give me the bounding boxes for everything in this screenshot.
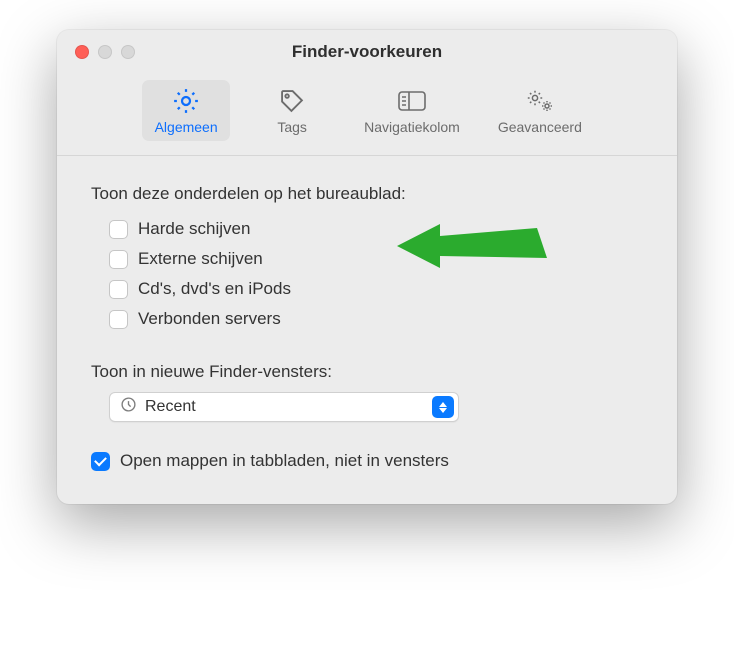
clock-icon [120,396,137,418]
new-window-heading: Toon in nieuwe Finder-vensters: [91,362,643,382]
tab-advanced[interactable]: Geavanceerd [488,80,592,141]
tab-sidebar[interactable]: Navigatiekolom [354,80,470,141]
gear-icon [171,86,201,116]
toolbar: Algemeen Tags Navigatiekolo [57,74,677,156]
checkbox-connected-servers[interactable]: Verbonden servers [109,304,643,334]
desktop-items-heading: Toon deze onderdelen op het bureaublad: [91,184,643,204]
popup-arrows-icon [432,396,454,418]
tab-label: Navigatiekolom [364,119,460,135]
tab-tags[interactable]: Tags [248,80,336,141]
new-window-popup[interactable]: Recent [109,392,459,422]
tag-icon [278,86,306,116]
minimize-button[interactable] [98,45,112,59]
traffic-lights [57,45,135,59]
gears-icon [524,86,556,116]
checkbox-label: Verbonden servers [138,309,281,329]
zoom-button[interactable] [121,45,135,59]
checkbox-open-in-tabs[interactable]: Open mappen in tabbladen, niet in venste… [91,446,643,476]
tab-label: Algemeen [155,119,218,135]
popup-value: Recent [145,398,424,416]
tab-label: Tags [277,119,307,135]
checkbox-optical-media[interactable]: Cd's, dvd's en iPods [109,274,643,304]
checkbox-external-disks[interactable]: Externe schijven [109,244,643,274]
checkbox-icon [91,452,110,471]
tab-label: Geavanceerd [498,119,582,135]
window-title: Finder-voorkeuren [57,42,677,62]
desktop-items-list: Harde schijven Externe schijven Cd's, dv… [91,214,643,334]
tab-general[interactable]: Algemeen [142,80,230,141]
checkbox-label: Cd's, dvd's en iPods [138,279,291,299]
checkbox-icon [109,220,128,239]
preferences-window: Finder-voorkeuren Algemeen Tags [57,30,677,504]
checkbox-label: Harde schijven [138,219,250,239]
close-button[interactable] [75,45,89,59]
checkbox-hard-disks[interactable]: Harde schijven [109,214,643,244]
content-area: Toon deze onderdelen op het bureaublad: … [57,156,677,504]
checkbox-label: Open mappen in tabbladen, niet in venste… [120,451,449,471]
checkbox-icon [109,250,128,269]
checkbox-icon [109,310,128,329]
sidebar-icon [397,86,427,116]
titlebar: Finder-voorkeuren [57,30,677,74]
checkbox-icon [109,280,128,299]
checkbox-label: Externe schijven [138,249,263,269]
